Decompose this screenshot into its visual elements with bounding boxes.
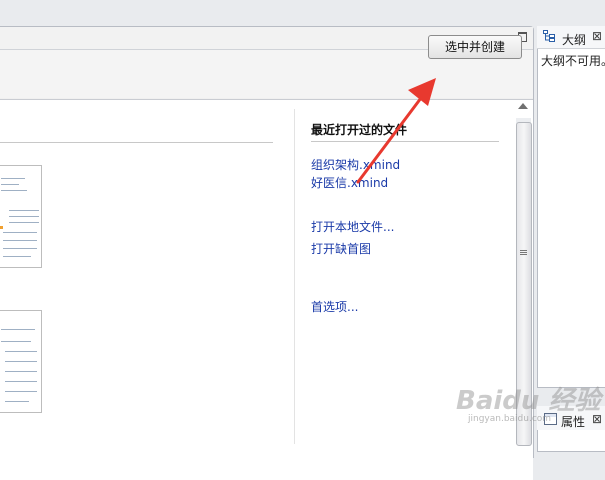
thumb-line: [3, 248, 37, 249]
outline-tab-label[interactable]: 大纲: [562, 31, 586, 48]
scrollbar-grip-icon: [520, 250, 527, 256]
thumb-line: [5, 381, 37, 382]
welcome-content: [0, 99, 533, 480]
thumb-line: [5, 351, 37, 352]
editor-panel: [0, 26, 534, 480]
thumb-line: [9, 216, 39, 217]
thumb-line: [3, 232, 37, 233]
outline-unavailable-message: 大纲不可用。: [541, 54, 605, 68]
thumb-line: [3, 240, 37, 241]
thumb-line: [1, 190, 27, 191]
thumb-line: [3, 256, 31, 257]
open-local-file-link[interactable]: 打开本地文件...: [311, 218, 394, 235]
outline-tree-icon: [543, 30, 555, 42]
watermark-url: jingyan.baidu.com: [468, 414, 552, 424]
open-missing-link[interactable]: 打开缺首图: [311, 240, 371, 257]
annotation-arrow-icon: [356, 78, 436, 184]
thumb-line: [1, 329, 35, 330]
select-and-create-button[interactable]: 选中并创建: [428, 35, 522, 59]
thumb-line: [5, 371, 37, 372]
scroll-up-arrow-icon[interactable]: [518, 103, 528, 109]
thumb-line: [5, 401, 29, 402]
thumb-line: [5, 391, 37, 392]
arrow-shaft: [356, 92, 426, 184]
preferences-link[interactable]: 首选项...: [311, 298, 358, 315]
thumb-line: [1, 341, 31, 342]
outline-panel: [537, 26, 605, 388]
column-divider: [294, 109, 295, 444]
thumb-line: [5, 361, 37, 362]
watermark: Baidu 经验: [456, 386, 601, 416]
template-thumbnail[interactable]: [0, 310, 42, 413]
thumb-line: [1, 178, 25, 179]
thumb-line: [9, 210, 39, 211]
template-thumbnail[interactable]: [0, 165, 42, 268]
outline-close-icon[interactable]: ⊠: [592, 29, 602, 43]
thumb-line: [9, 222, 39, 223]
arrow-head: [408, 78, 436, 106]
thumb-line: [1, 184, 19, 185]
section-divider: [0, 142, 273, 143]
thumb-node: [0, 226, 3, 229]
